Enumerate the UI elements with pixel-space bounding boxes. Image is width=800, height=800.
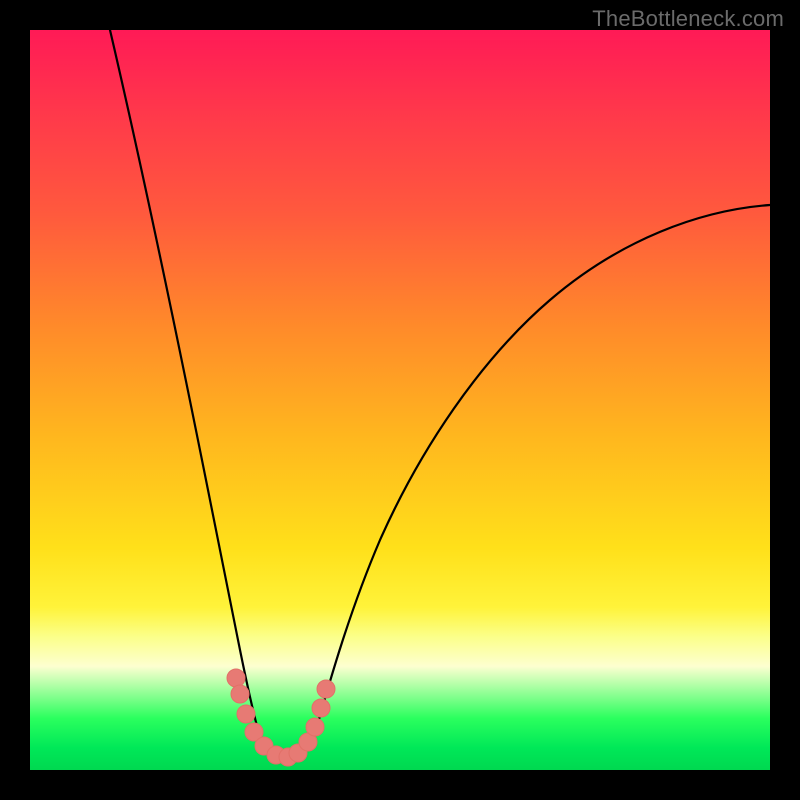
marker-point: [306, 718, 324, 736]
marker-point: [237, 705, 255, 723]
marker-point: [231, 685, 249, 703]
marker-point: [317, 680, 335, 698]
marker-point: [227, 669, 245, 687]
marker-point: [312, 699, 330, 717]
plot-area: [30, 30, 770, 770]
curve-right-branch: [316, 205, 770, 730]
watermark-text: TheBottleneck.com: [592, 6, 784, 32]
chart-frame: TheBottleneck.com: [0, 0, 800, 800]
curve-left-branch: [110, 30, 258, 730]
curve-layer: [30, 30, 770, 770]
